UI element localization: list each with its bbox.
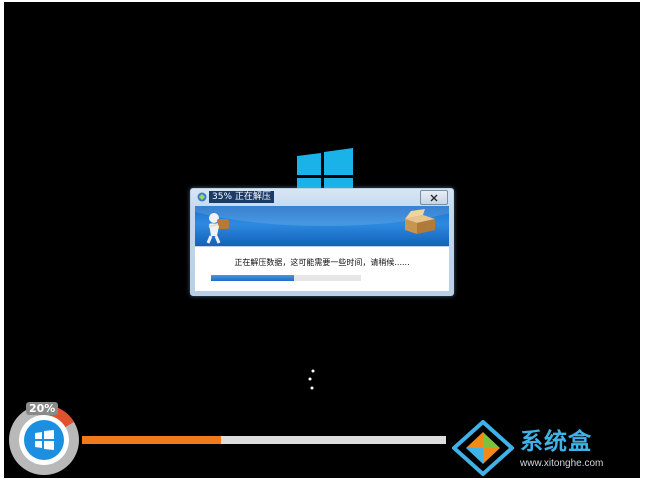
- install-progress-fill: [82, 436, 222, 444]
- dialog-title: 35% 正在解压: [209, 191, 274, 203]
- extract-progress-fill: [211, 275, 294, 281]
- dialog-titlebar[interactable]: 35% 正在解压: [191, 189, 453, 205]
- watermark-title: 系统盒: [520, 429, 592, 455]
- watermark-logo-icon: [452, 420, 514, 476]
- install-percent: 20%: [26, 402, 59, 415]
- watermark-url: www.xitonghe.com: [520, 458, 604, 469]
- install-progress-bar: [82, 436, 448, 444]
- loading-dots-icon: [308, 369, 315, 390]
- dialog-body: 正在解压数据，这可能需要一些时间，请稍候......: [195, 247, 449, 291]
- mascot-icon: [206, 213, 229, 244]
- extract-progress-bar: [211, 275, 361, 281]
- dialog-banner: [195, 206, 449, 246]
- status-message: 正在解压数据，这可能需要一些时间，请稍候......: [234, 258, 410, 267]
- installer-icon: [197, 192, 207, 202]
- extract-dialog: 35% 正在解压 正在解压数据，这可能需要一些时间，请稍候......: [190, 188, 454, 296]
- box-icon: [405, 209, 435, 234]
- close-icon: [430, 194, 438, 201]
- close-button[interactable]: [420, 190, 448, 205]
